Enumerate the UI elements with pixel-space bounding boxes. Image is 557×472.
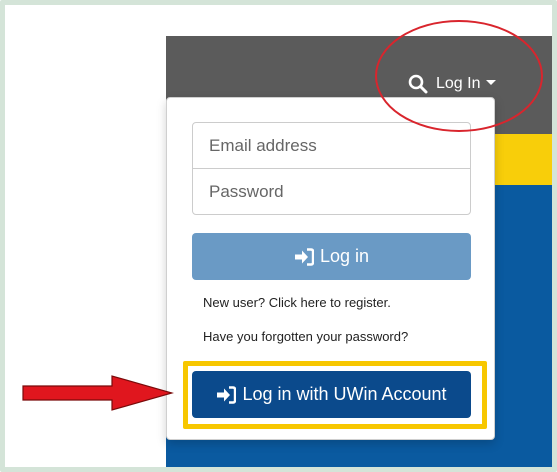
login-dropdown-toggle[interactable]: Log In (408, 70, 497, 98)
forgot-password-link[interactable]: Have you forgotten your password? (203, 329, 408, 344)
sign-in-icon (217, 385, 237, 404)
uwin-button-label: Log in with UWin Account (242, 384, 447, 404)
email-field[interactable] (192, 122, 471, 169)
login-dropdown: Log in New user? Click here to register.… (166, 97, 495, 440)
login-button[interactable]: Log in (192, 233, 471, 280)
login-toggle-label: Log In (436, 75, 481, 92)
sign-in-icon (294, 247, 314, 266)
search-icon (408, 74, 428, 94)
password-field[interactable] (192, 168, 471, 215)
register-link[interactable]: New user? Click here to register. (203, 295, 391, 310)
red-arrow-icon (22, 375, 174, 411)
uwin-login-button[interactable]: Log in with UWin Account (192, 371, 471, 418)
login-button-label: Log in (319, 246, 370, 266)
caret-down-icon (486, 79, 497, 85)
